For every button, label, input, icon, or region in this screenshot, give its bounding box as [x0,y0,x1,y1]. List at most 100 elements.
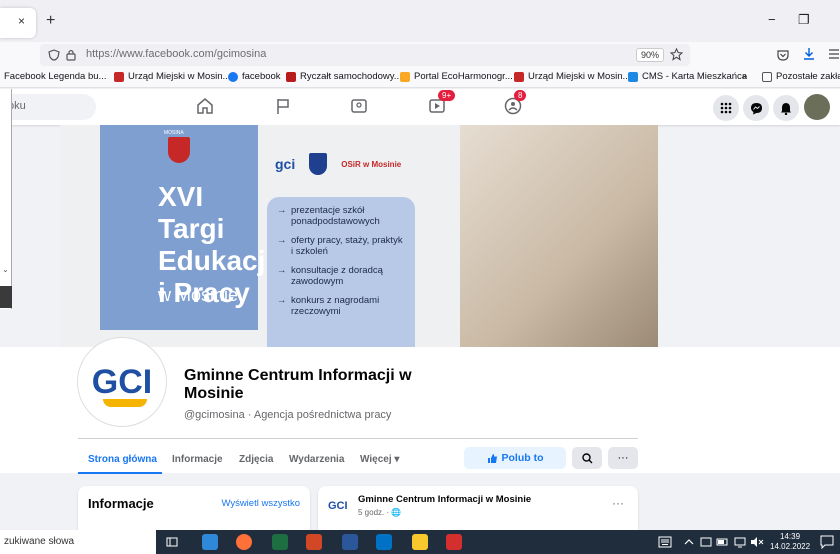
active-tab-indicator [78,472,162,474]
browser-tab-strip: × + − ❐ [0,0,840,42]
osir-logo: OSiR w Mosinie [341,159,402,169]
profile-logo: GCI [91,362,153,401]
zoom-level-button[interactable]: 90% [636,48,665,62]
cover-title-card: MOSINA XVI Targi Edukacji i Pracy w Mosi… [100,125,273,330]
tab-about[interactable]: Informacje [172,454,223,465]
page-search-button[interactable] [572,447,602,469]
notifications-button[interactable] [773,95,799,121]
post-options-button[interactable]: ··· [612,496,624,510]
bookmark-item[interactable]: Portal EcoHarmonogr... [400,71,513,82]
marketplace-icon [351,99,367,113]
nav-marketplace[interactable] [346,95,372,117]
bell-icon [781,102,791,115]
classroom-photo [460,125,658,347]
cover-logos: gci OSiR w Mosinie [275,153,401,175]
bookmarks-overflow-button[interactable]: » [742,71,747,82]
cover-photo[interactable]: MOSINA XVI Targi Edukacji i Pracy w Mosi… [60,125,658,347]
keyboard-icon[interactable] [658,536,672,548]
page-more-button[interactable]: ··· [608,447,638,469]
shield-logo-icon [309,153,328,175]
battery-icon[interactable] [716,536,730,548]
background-window-thumb [0,286,12,308]
nav-groups[interactable]: 8 [500,90,527,117]
file-explorer-icon[interactable] [412,534,428,550]
background-window-edge: ⌄ [0,89,12,309]
menu-button[interactable] [713,95,739,121]
url-text[interactable]: https://www.facebook.com/gcimosina [86,48,266,60]
post-author-name[interactable]: Gminne Centrum Informacji w Mosinie [358,494,531,505]
facebook-search-input[interactable]: oku [0,94,96,120]
tab-more[interactable]: Więcej ▾ [360,454,399,465]
tab-close-icon[interactable]: × [18,14,25,28]
list-item: oferty pracy, staży, praktyk i szkoleń [277,235,405,257]
chevron-down-icon: ⌄ [2,265,9,274]
header-divider [78,438,638,439]
acrobat-icon[interactable] [446,534,462,550]
word-icon[interactable] [342,534,358,550]
download-icon[interactable] [802,47,816,61]
address-bar[interactable]: https://www.facebook.com/gcimosina 90% [40,44,690,66]
see-all-link[interactable]: Wyświetl wszystko [221,498,300,509]
excel-icon[interactable] [272,534,288,550]
home-icon [197,98,213,114]
nav-home[interactable] [192,95,218,117]
nav-watch[interactable]: 9+ [424,90,456,117]
other-bookmarks-folder[interactable]: Pozostałe zakładki [762,71,840,82]
messenger-button[interactable] [743,95,769,121]
gci-logo: gci [275,156,296,172]
lock-icon[interactable] [66,49,76,61]
info-card-title: Informacje [88,496,154,511]
restore-button[interactable]: ❐ [798,12,810,28]
like-page-button[interactable]: Polub to [464,447,566,469]
bookmark-favicon-icon [114,71,124,82]
account-avatar[interactable] [804,94,830,120]
menu-icon[interactable] [828,48,840,60]
pocket-icon[interactable] [776,48,790,62]
list-item: konkurs z nagrodami rzeczowymi [277,295,405,317]
bookmark-favicon-icon [286,71,296,82]
taskbar-search-input[interactable]: zukiwane słowa [0,530,156,554]
bookmark-item[interactable]: Urząd Miejski w Mosin... [514,71,630,82]
page-title: Gminne Centrum Informacji w Mosinie [184,367,412,402]
post-timestamp[interactable]: 5 godz. · 🌐 [358,508,401,517]
page-handle: @gcimosina · Agencja pośrednictwa pracy [184,409,392,421]
taskbar-clock[interactable]: 14:39 14.02.2022 [770,532,810,552]
task-view-icon[interactable] [166,536,178,548]
folder-icon [762,71,772,82]
nav-pages[interactable] [270,95,296,117]
windows-taskbar: zukiwane słowa 14:39 14.02.2022 [0,530,840,554]
post-card: GCI Gminne Centrum Informacji w Mosinie … [318,486,638,536]
browser-tab[interactable]: × [0,8,36,38]
tray-app-icon[interactable] [700,536,712,548]
settings-app-icon[interactable] [202,534,218,550]
logo-swoosh-icon [103,399,147,407]
outlook-icon[interactable] [376,534,392,550]
profile-picture[interactable]: GCI [78,338,166,426]
tab-home[interactable]: Strona główna [88,454,157,465]
shield-icon[interactable] [48,49,60,61]
bookmark-item[interactable]: Facebook Legenda bu... [4,71,106,82]
tab-events[interactable]: Wydarzenia [289,454,344,465]
bookmark-item[interactable]: facebook [228,71,281,82]
list-item: prezentacje szkół ponadpodstawowych [277,205,405,227]
notification-center-icon[interactable] [820,535,834,549]
bookmark-item[interactable]: Ryczałt samochodowy... [286,71,402,82]
tab-photos[interactable]: Zdjęcia [239,454,273,465]
cover-list: prezentacje szkół ponadpodstawowych ofer… [267,197,415,347]
firefox-icon[interactable] [236,534,252,550]
minimize-button[interactable]: − [768,12,776,27]
thumbs-up-icon [487,453,497,463]
powerpoint-icon[interactable] [306,534,322,550]
new-tab-button[interactable]: + [46,12,55,30]
facebook-top-bar: oku 9+ 8 [0,89,840,125]
bookmark-item[interactable]: Urząd Miejski w Mosin... [114,71,230,82]
post-author-avatar[interactable]: GCI [328,500,348,512]
tray-chevron-up-icon[interactable] [684,538,694,546]
list-item: konsultacje z doradcą zawodowym [277,265,405,287]
bookmark-item[interactable]: CMS - Karta Mieszkańca [628,71,747,82]
cover-title-place: w Mosinie [158,285,239,305]
bookmark-star-icon[interactable] [670,48,683,61]
network-icon[interactable] [734,536,746,548]
bookmark-favicon-icon [628,71,638,82]
volume-muted-icon[interactable] [750,536,764,548]
